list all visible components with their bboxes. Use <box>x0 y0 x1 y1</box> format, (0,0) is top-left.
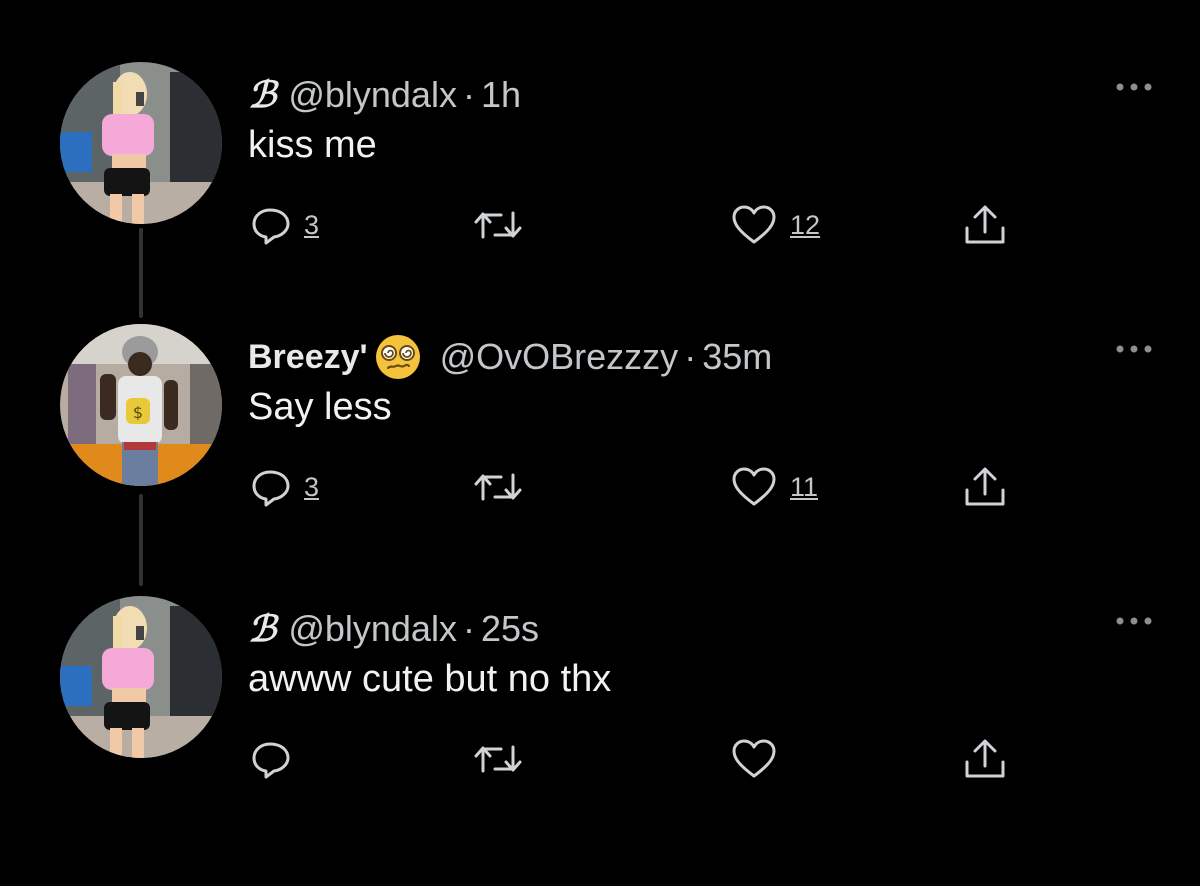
reply-button[interactable] <box>248 734 304 784</box>
avatar[interactable] <box>60 596 222 758</box>
reply-icon <box>252 208 290 245</box>
share-icon <box>965 467 1005 506</box>
tweet-actions: 3 11 <box>248 462 1038 512</box>
share-button[interactable] <box>962 734 1008 784</box>
user-handle[interactable]: @OvOBrezzzy <box>440 336 679 378</box>
retweet-button[interactable] <box>473 200 535 250</box>
avatar[interactable]: $ <box>60 324 222 486</box>
more-options-icon[interactable] <box>1114 614 1154 626</box>
tweet-header: ℬ @blyndalx · 1h <box>248 70 521 120</box>
share-icon <box>965 205 1005 244</box>
tweet-actions: 3 12 <box>248 200 1038 250</box>
reply-icon <box>252 470 290 507</box>
like-count: 12 <box>790 209 821 240</box>
share-button[interactable] <box>962 200 1008 250</box>
reply-count: 3 <box>304 209 320 240</box>
timestamp[interactable]: 1h <box>481 74 521 116</box>
display-name[interactable]: ℬ <box>248 74 276 116</box>
heart-icon <box>732 467 776 506</box>
separator-dot: · <box>462 74 475 115</box>
display-name[interactable]: Breezy' <box>248 338 368 377</box>
heart-icon <box>732 205 776 244</box>
reply-count: 3 <box>304 471 320 502</box>
dizzy-face-emoji <box>374 333 422 381</box>
timestamp[interactable]: 25s <box>481 608 539 650</box>
like-button[interactable] <box>730 734 790 784</box>
tweet-text: awww cute but no thx <box>248 658 612 700</box>
tweet-text: Say less <box>248 386 392 428</box>
retweet-button[interactable] <box>473 462 535 512</box>
tweet-header: Breezy' @OvOBrezzzy · 35m <box>248 332 772 382</box>
share-icon <box>965 739 1005 778</box>
tweet-text: kiss me <box>248 124 377 166</box>
like-button[interactable]: 12 <box>730 200 820 250</box>
user-handle[interactable]: @blyndalx <box>288 74 457 116</box>
tweet-header: ℬ @blyndalx · 25s <box>248 604 539 654</box>
tweet-actions <box>248 734 1038 784</box>
timestamp[interactable]: 35m <box>702 336 772 378</box>
tweet[interactable]: $ Breezy' @OvOBrezzzy · 35m Say less 3 1… <box>0 324 1200 564</box>
separator-dot: · <box>462 608 475 649</box>
reply-button[interactable]: 3 <box>248 462 319 512</box>
reply-icon <box>252 742 290 779</box>
like-count: 11 <box>790 471 819 502</box>
tweet-thread: ℬ @blyndalx · 1h kiss me 3 12 $ Breezy' … <box>0 0 1200 886</box>
retweet-icon <box>474 211 522 239</box>
heart-icon <box>732 739 776 778</box>
tweet[interactable]: ℬ @blyndalx · 1h kiss me 3 12 <box>0 62 1200 302</box>
more-options-icon[interactable] <box>1114 342 1154 354</box>
separator-dot: · <box>684 336 697 377</box>
more-options-icon[interactable] <box>1114 80 1154 92</box>
tweet[interactable]: ℬ @blyndalx · 25s awww cute but no thx <box>0 596 1200 836</box>
display-name[interactable]: ℬ <box>248 608 276 650</box>
avatar[interactable] <box>60 62 222 224</box>
share-button[interactable] <box>962 462 1008 512</box>
svg-text:$: $ <box>133 403 143 422</box>
retweet-icon <box>474 473 522 501</box>
reply-button[interactable]: 3 <box>248 200 319 250</box>
user-handle[interactable]: @blyndalx <box>288 608 457 650</box>
retweet-button[interactable] <box>473 734 535 784</box>
retweet-icon <box>474 745 522 773</box>
like-button[interactable]: 11 <box>730 462 818 512</box>
